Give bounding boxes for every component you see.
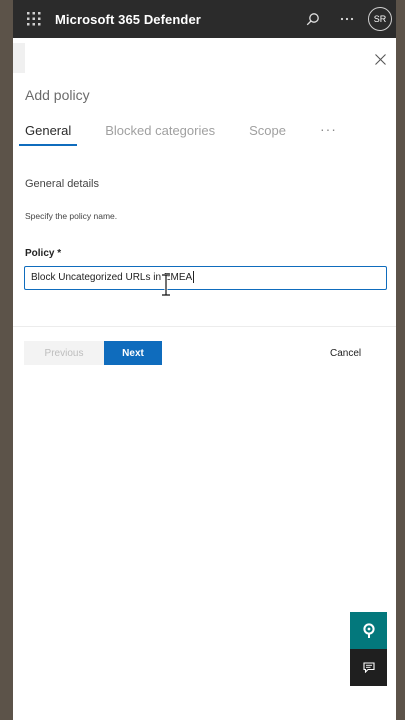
top-bar: Microsoft 365 Defender SR xyxy=(13,0,396,38)
search-button[interactable] xyxy=(296,0,330,38)
policy-name-label: Policy * xyxy=(25,248,62,259)
more-icon xyxy=(340,17,354,21)
close-icon xyxy=(374,53,386,65)
section-title: General details xyxy=(25,178,99,190)
help-button[interactable] xyxy=(350,612,387,649)
background-frame-right xyxy=(396,0,405,720)
waffle-icon xyxy=(27,12,41,26)
policy-name-input[interactable]: Block Uncategorized URLs in EMEA xyxy=(24,266,387,290)
previous-button[interactable]: Previous xyxy=(24,341,104,365)
panel-title: Add policy xyxy=(25,87,90,103)
panel-edge xyxy=(13,43,25,73)
cancel-button[interactable]: Cancel xyxy=(330,341,361,365)
next-button[interactable]: Next xyxy=(104,341,162,365)
user-avatar[interactable]: SR xyxy=(368,7,392,31)
feedback-button[interactable] xyxy=(350,649,387,686)
section-description: Specify the policy name. xyxy=(25,211,118,221)
app-launcher-button[interactable] xyxy=(13,0,55,38)
tab-general[interactable]: General xyxy=(19,121,78,146)
chat-icon xyxy=(362,662,375,673)
close-button[interactable] xyxy=(372,51,388,67)
text-caret xyxy=(193,271,195,284)
search-icon xyxy=(306,13,319,26)
tab-blocked-categories[interactable]: Blocked categories xyxy=(105,121,215,146)
tab-scope[interactable]: Scope xyxy=(249,121,286,146)
wizard-tabs: General Blocked categories Scope ··· xyxy=(19,121,337,146)
background-frame-left xyxy=(0,0,13,720)
help-person-icon xyxy=(362,622,375,638)
more-options-button[interactable] xyxy=(330,0,364,38)
add-policy-panel: Add policy General Blocked categories Sc… xyxy=(13,38,396,720)
tabs-more-button[interactable]: ··· xyxy=(320,121,337,137)
footer-divider xyxy=(13,326,396,327)
app-title: Microsoft 365 Defender xyxy=(55,11,201,27)
ibeam-cursor-icon xyxy=(162,274,170,296)
